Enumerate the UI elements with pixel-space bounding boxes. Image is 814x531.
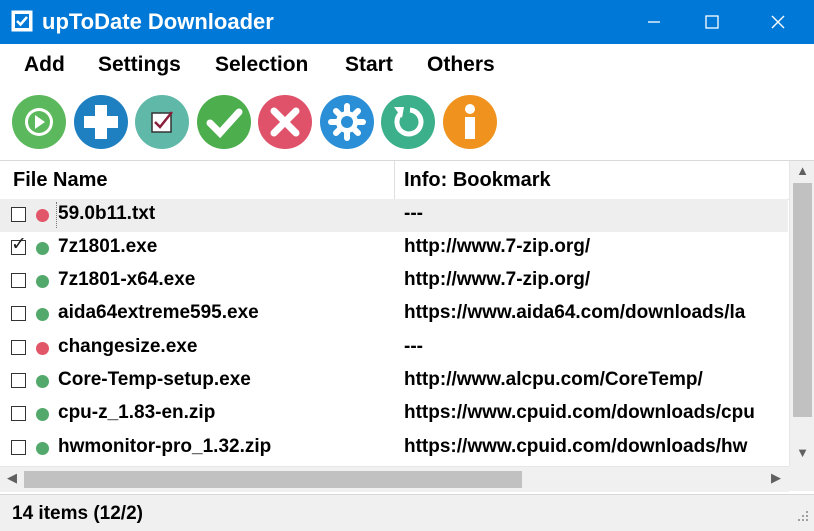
- file-name: cpu-z_1.83-en.zip: [58, 402, 216, 423]
- list-rows: 59.0b11.txt --- ✓ 7z1801.exe http://www.…: [0, 199, 788, 465]
- file-name: Core-Temp-setup.exe: [58, 369, 251, 390]
- row-checkbox[interactable]: [11, 373, 26, 388]
- settings-button[interactable]: [319, 94, 375, 150]
- status-dot: [36, 275, 49, 288]
- maximize-button[interactable]: [684, 0, 740, 44]
- select-button[interactable]: [134, 94, 190, 150]
- focus-indicator: [56, 202, 397, 228]
- menu-others[interactable]: Others: [427, 52, 495, 78]
- list-row[interactable]: 7z1801-x64.exe http://www.7-zip.org/: [0, 265, 788, 298]
- file-info: ---: [404, 203, 423, 224]
- file-info: ---: [404, 336, 423, 357]
- list-row[interactable]: ✓ 7z1801.exe http://www.7-zip.org/: [0, 232, 788, 265]
- info-button[interactable]: [442, 94, 498, 150]
- list-row[interactable]: aida64extreme595.exe https://www.aida64.…: [0, 298, 788, 331]
- status-dot: [36, 342, 49, 355]
- row-checkbox[interactable]: [11, 340, 26, 355]
- close-icon: [771, 15, 785, 29]
- toolbar: [0, 88, 814, 160]
- vertical-scroll-thumb[interactable]: [793, 183, 812, 417]
- check-button[interactable]: [196, 94, 252, 150]
- file-name: 7z1801-x64.exe: [58, 269, 196, 290]
- file-info: https://www.aida64.com/downloads/la: [404, 302, 746, 323]
- file-name: aida64extreme595.exe: [58, 302, 259, 323]
- title-bar: upToDate Downloader: [0, 0, 814, 44]
- close-button[interactable]: [750, 0, 806, 44]
- minimize-button[interactable]: [626, 0, 682, 44]
- row-checkbox[interactable]: [11, 440, 26, 455]
- check-mark-icon: ✓: [11, 234, 27, 255]
- status-text: 14 items (12/2): [12, 503, 143, 524]
- status-bar: 14 items (12/2): [0, 494, 814, 531]
- list-row[interactable]: cpu-z_1.83-en.zip https://www.cpuid.com/…: [0, 398, 788, 431]
- scroll-left-icon[interactable]: ◀: [2, 470, 22, 490]
- checkbox-icon: [135, 95, 189, 149]
- vertical-scrollbar[interactable]: ▲ ▼: [789, 161, 814, 466]
- gear-icon: [320, 95, 374, 149]
- status-dot: [36, 375, 49, 388]
- info-icon: [443, 95, 497, 149]
- column-header-file-name[interactable]: File Name: [13, 169, 107, 192]
- list-row[interactable]: changesize.exe ---: [0, 332, 788, 365]
- download-list[interactable]: File Name Info: Bookmark 59.0b11.txt ---…: [0, 160, 814, 493]
- plus-icon: [74, 95, 128, 149]
- scroll-right-icon[interactable]: ▶: [766, 470, 786, 490]
- menu-start[interactable]: Start: [345, 52, 393, 78]
- file-info: http://www.7-zip.org/: [404, 236, 591, 257]
- menu-selection[interactable]: Selection: [215, 52, 308, 78]
- list-row[interactable]: hwmonitor-pro_1.32.zip https://www.cpuid…: [0, 432, 788, 465]
- menu-add[interactable]: Add: [24, 52, 65, 78]
- play-icon: [12, 95, 66, 149]
- row-checkbox[interactable]: ✓: [11, 235, 27, 255]
- file-name: hwmonitor-pro_1.32.zip: [58, 436, 272, 457]
- list-row[interactable]: Core-Temp-setup.exe http://www.alcpu.com…: [0, 365, 788, 398]
- resize-grip-icon[interactable]: [792, 509, 810, 527]
- file-info: http://www.7-zip.org/: [404, 269, 591, 290]
- column-divider[interactable]: [394, 161, 395, 199]
- status-dot: [36, 442, 49, 455]
- minimize-icon: [648, 21, 660, 23]
- file-name: changesize.exe: [58, 336, 198, 357]
- remove-button[interactable]: [257, 94, 313, 150]
- scroll-up-icon[interactable]: ▲: [790, 163, 814, 183]
- file-info: https://www.cpuid.com/downloads/hw: [404, 436, 748, 457]
- row-checkbox[interactable]: [11, 406, 26, 421]
- file-name: 7z1801.exe: [58, 236, 158, 257]
- horizontal-scrollbar[interactable]: ◀ ▶: [0, 466, 789, 492]
- status-dot: [36, 408, 49, 421]
- file-info: https://www.cpuid.com/downloads/cpu: [404, 402, 755, 423]
- list-header: File Name Info: Bookmark: [0, 161, 790, 200]
- window-title: upToDate Downloader: [42, 9, 274, 34]
- status-dot: [36, 308, 49, 321]
- column-header-info[interactable]: Info: Bookmark: [404, 169, 551, 192]
- cross-icon: [258, 95, 312, 149]
- row-checkbox[interactable]: [11, 273, 26, 288]
- row-checkbox[interactable]: [11, 306, 26, 321]
- file-info: http://www.alcpu.com/CoreTemp/: [404, 369, 703, 390]
- list-row[interactable]: 59.0b11.txt ---: [0, 199, 788, 232]
- add-button[interactable]: [73, 94, 129, 150]
- start-download-button[interactable]: [11, 94, 67, 150]
- status-dot: [36, 209, 49, 222]
- refresh-button[interactable]: [380, 94, 436, 150]
- row-checkbox[interactable]: [11, 207, 26, 222]
- maximize-icon: [705, 15, 719, 29]
- scrollbar-corner: [789, 466, 814, 491]
- checkmark-icon: [197, 95, 251, 149]
- status-dot: [36, 242, 49, 255]
- menu-settings[interactable]: Settings: [98, 52, 181, 78]
- menu-bar: Add Settings Selection Start Others: [0, 44, 814, 88]
- scroll-down-icon[interactable]: ▼: [790, 445, 814, 465]
- refresh-icon: [381, 95, 435, 149]
- horizontal-scroll-thumb[interactable]: [24, 471, 522, 488]
- app-icon: [11, 10, 33, 32]
